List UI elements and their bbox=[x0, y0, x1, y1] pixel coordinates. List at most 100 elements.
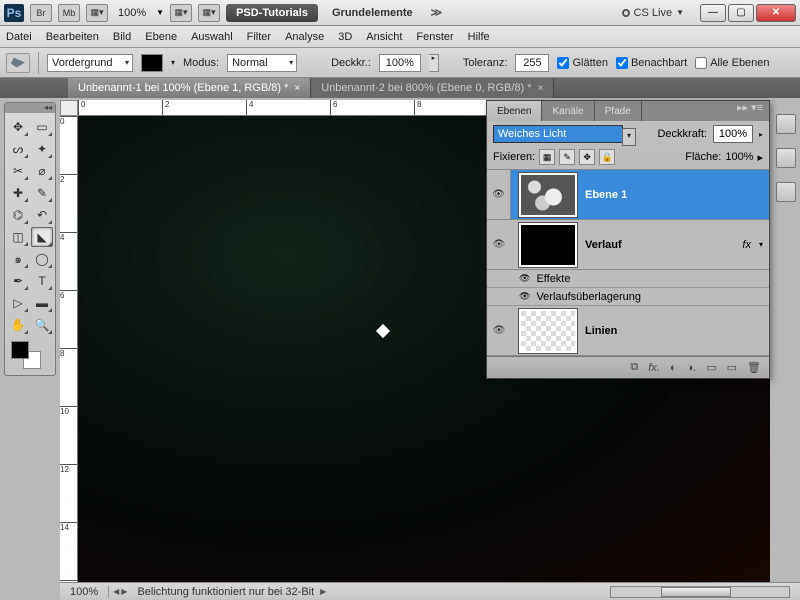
workspace-more-icon[interactable]: ≫ bbox=[427, 6, 447, 19]
lock-all-icon[interactable]: 🔒 bbox=[599, 149, 615, 165]
layer-name[interactable]: Ebene 1 bbox=[585, 189, 769, 201]
adjustment-icon[interactable]: ◑. bbox=[687, 362, 697, 374]
minimize-button[interactable]: — bbox=[700, 4, 726, 22]
tool-history[interactable]: ↶ bbox=[31, 205, 53, 225]
tool-heal[interactable]: ✚ bbox=[7, 183, 29, 203]
menu-datei[interactable]: Datei bbox=[6, 31, 32, 43]
new-layer-icon[interactable]: ▭ bbox=[727, 361, 737, 374]
tool-dodge[interactable]: ◯ bbox=[31, 249, 53, 269]
pattern-swatch[interactable] bbox=[141, 54, 163, 72]
tab-ebenen[interactable]: Ebenen bbox=[487, 101, 542, 121]
blend-mode-select[interactable]: Normal bbox=[227, 54, 297, 72]
ruler-vertical[interactable]: 0246810121416 bbox=[60, 116, 78, 582]
tool-shape[interactable]: ▬ bbox=[31, 293, 53, 313]
bridge-button[interactable]: Br bbox=[30, 4, 52, 22]
fill-opacity-field[interactable]: 100% bbox=[725, 151, 753, 163]
layer-row-linien[interactable]: 👁 Linien bbox=[487, 306, 769, 356]
tool-zoom[interactable]: 🔍 bbox=[31, 315, 53, 335]
layer-thumb[interactable] bbox=[519, 223, 577, 267]
delete-layer-icon[interactable]: 🗑 bbox=[747, 361, 761, 374]
lock-position-icon[interactable]: ✥ bbox=[579, 149, 595, 165]
color-swatches[interactable] bbox=[7, 339, 53, 371]
layer-thumb[interactable] bbox=[519, 173, 577, 217]
tool-eyedrop[interactable]: ⌀ bbox=[31, 161, 53, 181]
visibility-icon[interactable]: 👁 bbox=[487, 239, 511, 250]
opacity-spinner[interactable]: ▸ bbox=[429, 54, 439, 72]
group-icon[interactable]: ▭ bbox=[706, 361, 716, 374]
tool-blur[interactable]: ๑ bbox=[7, 249, 29, 269]
dock-icon-2[interactable] bbox=[776, 148, 796, 168]
visibility-icon[interactable]: 👁 bbox=[487, 325, 511, 336]
blend-mode-dropdown[interactable]: Weiches Licht bbox=[493, 125, 623, 143]
layer-effects-header[interactable]: 👁Effekte bbox=[487, 270, 769, 288]
menu-ebene[interactable]: Ebene bbox=[145, 31, 177, 43]
layer-name[interactable]: Verlauf bbox=[585, 239, 742, 251]
dock-icon-3[interactable] bbox=[776, 182, 796, 202]
tool-crop[interactable]: ✂ bbox=[7, 161, 29, 181]
layer-effect-item[interactable]: 👁Verlaufsüberlagerung bbox=[487, 288, 769, 306]
link-layers-icon[interactable]: ⧉ bbox=[630, 361, 638, 374]
tool-hand[interactable]: ✋ bbox=[7, 315, 29, 335]
close-tab-icon[interactable]: × bbox=[294, 83, 300, 94]
tool-wand[interactable]: ✦ bbox=[31, 139, 53, 159]
tool-type[interactable]: T bbox=[31, 271, 53, 291]
lock-transparency-icon[interactable]: ▦ bbox=[539, 149, 555, 165]
minibridge-button[interactable]: Mb bbox=[58, 4, 80, 22]
nav-next-icon[interactable]: ▶ bbox=[121, 587, 127, 596]
tool-stamp[interactable]: ⌬ bbox=[7, 205, 29, 225]
collapse-icon[interactable]: ◂◂ bbox=[44, 103, 52, 113]
tool-bucket[interactable]: ◣ bbox=[31, 227, 53, 247]
workspace-tab-psd[interactable]: PSD-Tutorials bbox=[226, 4, 318, 22]
extras-button[interactable]: ▦▾ bbox=[198, 4, 220, 22]
h-scrollbar[interactable] bbox=[610, 586, 790, 598]
tab-pfade[interactable]: Pfade bbox=[595, 101, 642, 121]
status-menu-icon[interactable]: ▶ bbox=[320, 587, 326, 596]
workspace-tab-grund[interactable]: Grundelemente bbox=[324, 4, 421, 22]
layer-thumb[interactable] bbox=[519, 309, 577, 353]
fill-source-select[interactable]: Vordergrund bbox=[47, 54, 133, 72]
fill-slider-icon[interactable]: ▸ bbox=[757, 151, 763, 164]
tool-path[interactable]: ▷ bbox=[7, 293, 29, 313]
panel-menu-icon[interactable]: ▸▸ ▾≡ bbox=[731, 101, 769, 121]
tool-marquee[interactable]: ▭ bbox=[31, 117, 53, 137]
cslive-button[interactable]: CS Live ▼ bbox=[622, 7, 684, 19]
menu-ansicht[interactable]: Ansicht bbox=[366, 31, 402, 43]
menu-hilfe[interactable]: Hilfe bbox=[468, 31, 490, 43]
layer-opacity-field[interactable]: 100% bbox=[713, 125, 753, 143]
tab-kanaele[interactable]: Kanäle bbox=[542, 101, 594, 121]
mask-icon[interactable]: ◐ bbox=[670, 362, 677, 374]
close-tab-icon[interactable]: × bbox=[538, 83, 544, 94]
antialias-checkbox[interactable]: Glätten bbox=[557, 57, 607, 69]
tool-pen[interactable]: ✒ bbox=[7, 271, 29, 291]
opacity-field[interactable]: 100% bbox=[379, 54, 421, 72]
menu-3d[interactable]: 3D bbox=[338, 31, 352, 43]
opacity-slider-icon[interactable]: ▸ bbox=[759, 130, 763, 139]
menu-analyse[interactable]: Analyse bbox=[285, 31, 324, 43]
document-tab[interactable]: Unbenannt-1 bei 100% (Ebene 1, RGB/8) *× bbox=[68, 78, 311, 98]
tool-brush[interactable]: ✎ bbox=[31, 183, 53, 203]
zoom-level[interactable]: 100% bbox=[114, 7, 150, 19]
tool-move[interactable]: ✥ bbox=[7, 117, 29, 137]
menu-filter[interactable]: Filter bbox=[247, 31, 271, 43]
layer-name[interactable]: Linien bbox=[585, 325, 769, 337]
contiguous-checkbox[interactable]: Benachbart bbox=[616, 57, 687, 69]
maximize-button[interactable]: ▢ bbox=[728, 4, 754, 22]
menu-bild[interactable]: Bild bbox=[113, 31, 131, 43]
screen-mode-button[interactable]: ▦▾ bbox=[86, 4, 108, 22]
menu-fenster[interactable]: Fenster bbox=[416, 31, 453, 43]
layer-row-verlauf[interactable]: 👁 Verlauf fx▾ bbox=[487, 220, 769, 270]
menu-bearbeiten[interactable]: Bearbeiten bbox=[46, 31, 99, 43]
fx-badge[interactable]: fx bbox=[742, 239, 751, 251]
close-button[interactable]: ✕ bbox=[756, 4, 796, 22]
visibility-icon[interactable]: 👁 bbox=[487, 170, 511, 219]
arrange-button[interactable]: ▦▾ bbox=[170, 4, 192, 22]
document-tab[interactable]: Unbenannt-2 bei 800% (Ebene 0, RGB/8) *× bbox=[311, 78, 554, 98]
lock-pixels-icon[interactable]: ✎ bbox=[559, 149, 575, 165]
menu-auswahl[interactable]: Auswahl bbox=[191, 31, 233, 43]
ruler-origin[interactable] bbox=[60, 100, 78, 116]
tolerance-field[interactable]: 255 bbox=[515, 54, 549, 72]
tool-lasso[interactable]: ᔕ bbox=[7, 139, 29, 159]
status-zoom[interactable]: 100% bbox=[60, 586, 109, 598]
nav-prev-icon[interactable]: ◀ bbox=[113, 587, 119, 596]
layer-row-ebene1[interactable]: 👁 Ebene 1 bbox=[487, 170, 769, 220]
